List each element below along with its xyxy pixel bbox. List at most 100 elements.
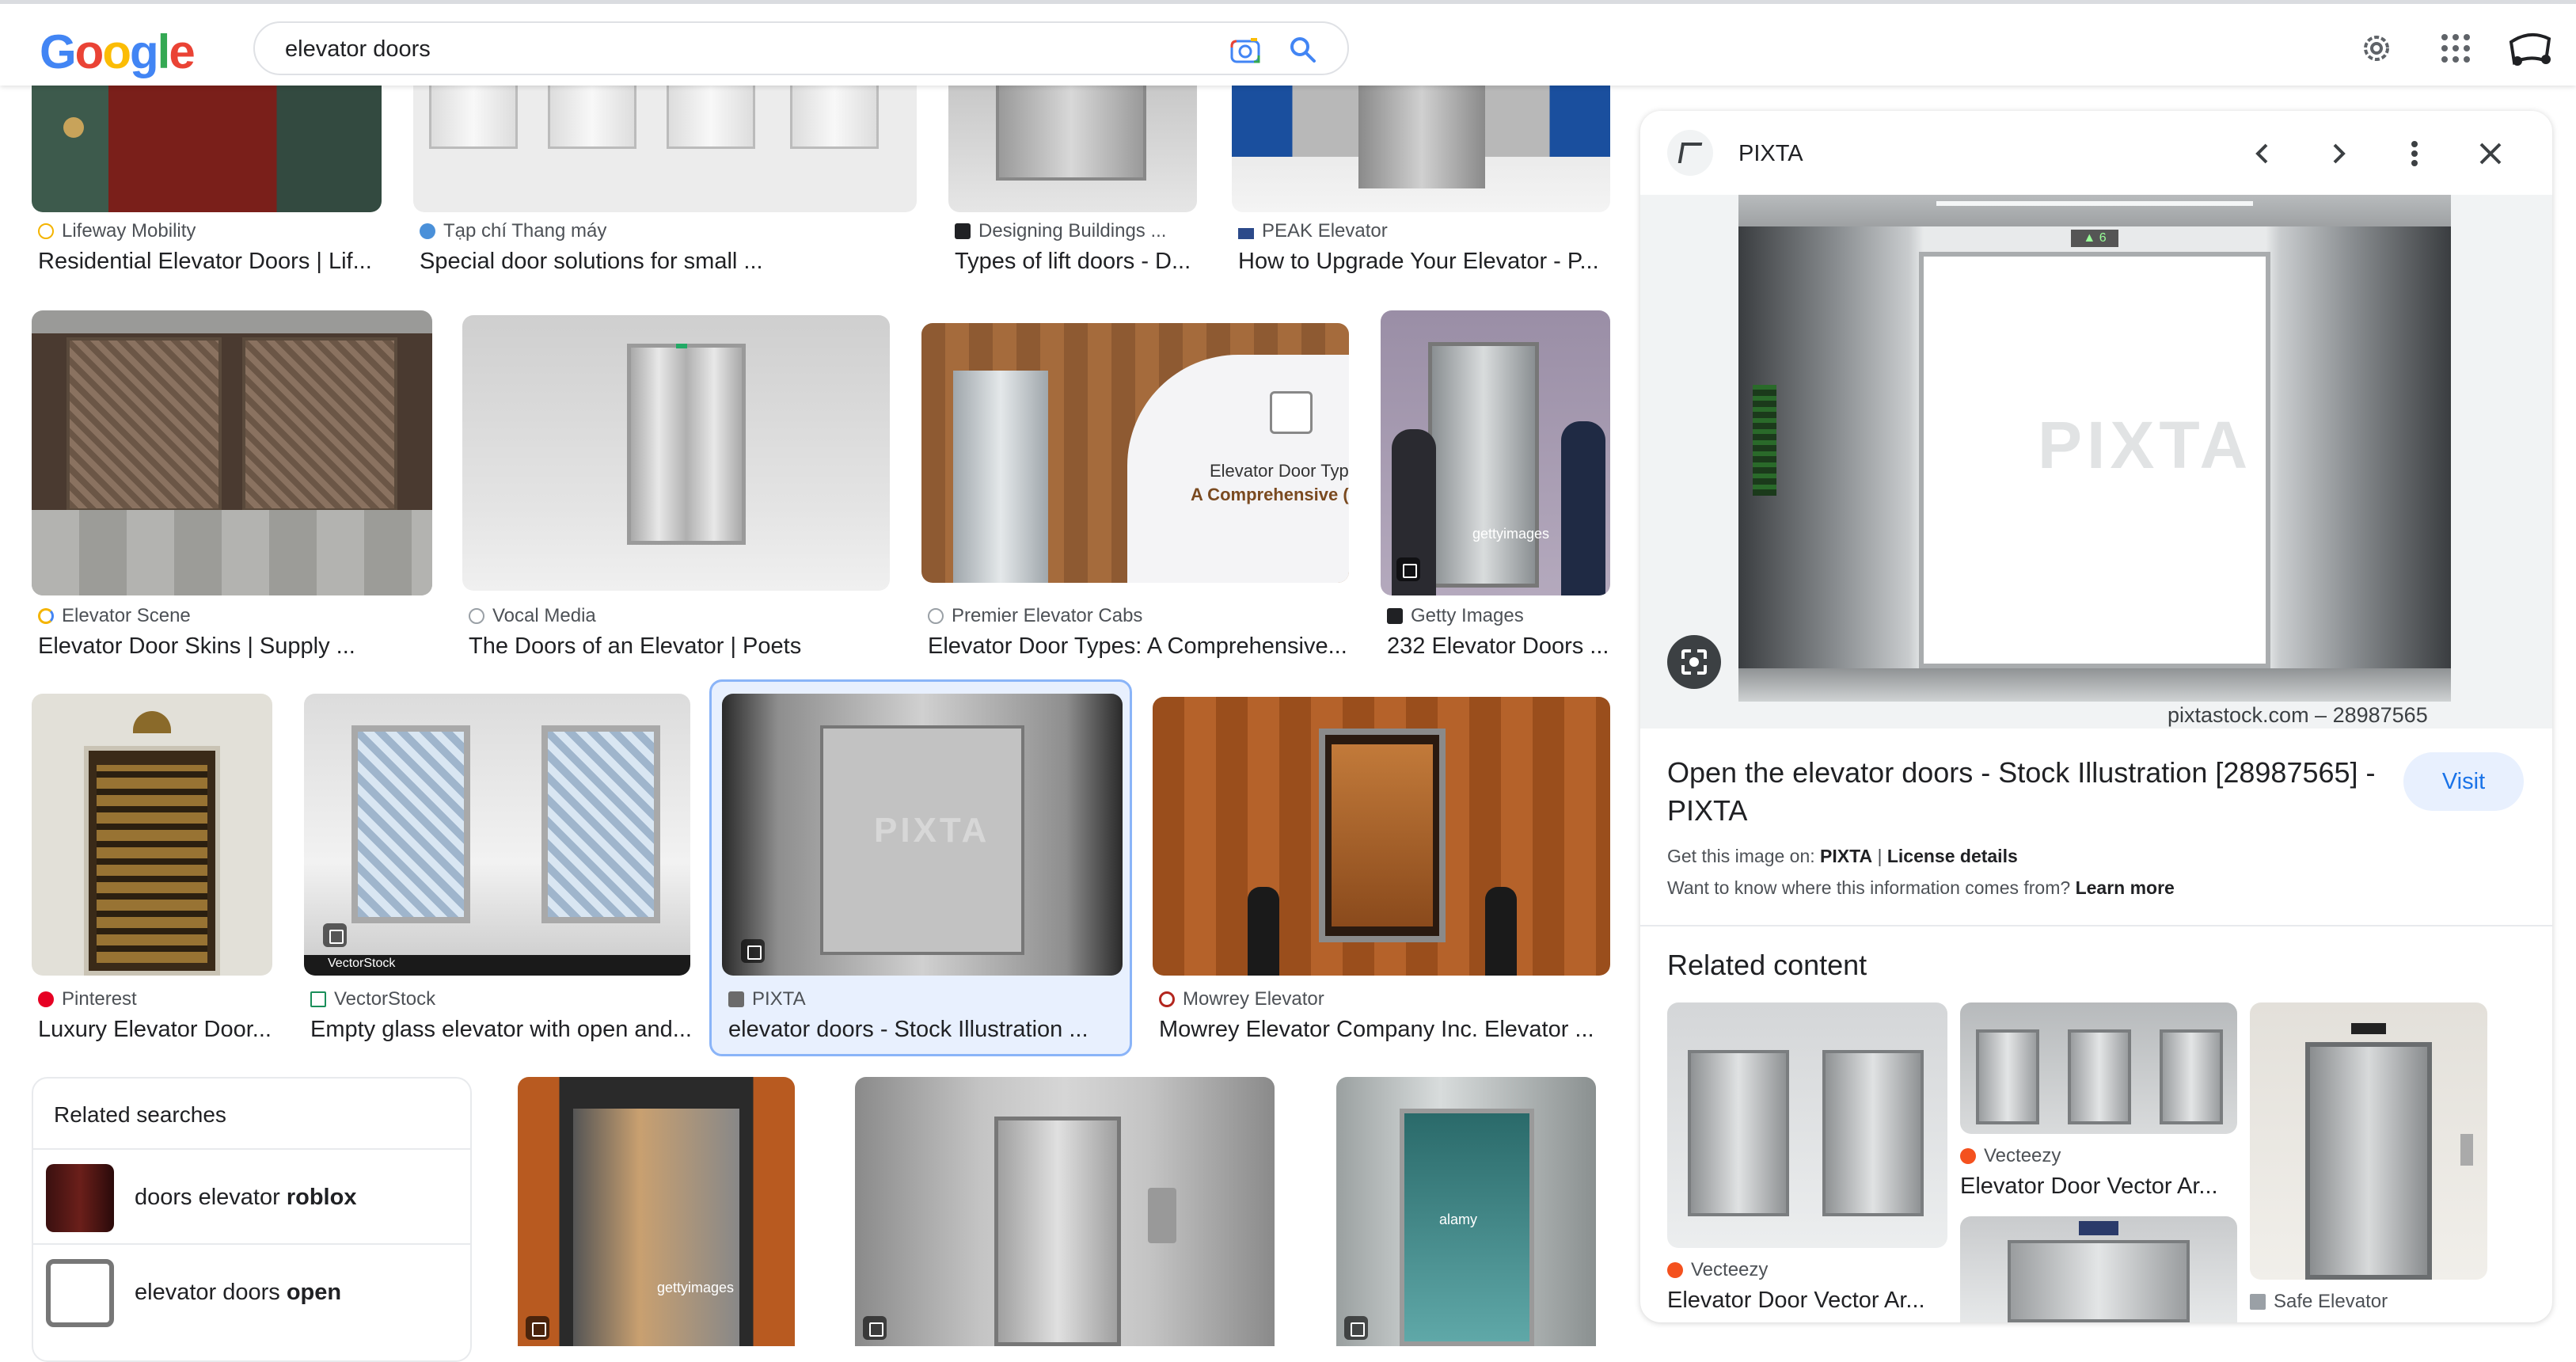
preview-image-area[interactable]: ▲ 6 PIXTA pixtastock.com – 28987565 <box>1640 195 2552 729</box>
result-title[interactable]: How to Upgrade Your Elevator - P... <box>1238 249 1610 275</box>
related-search-item[interactable]: elevator doors open <box>33 1243 470 1338</box>
result-thumbnail[interactable] <box>413 86 917 212</box>
related-search-thumbnail <box>46 1259 114 1327</box>
related-title[interactable]: Elevator Door Vector Ar... <box>1960 1174 2237 1200</box>
image-badge-icon <box>1344 1316 1368 1340</box>
image-result-selected[interactable]: PIXTA PIXTA elevator doors - Stock Illus… <box>722 694 1123 1047</box>
related-content-heading: Related content <box>1667 949 1867 981</box>
result-source: Pinterest <box>38 988 272 1010</box>
result-title[interactable]: Empty glass elevator with open and... <box>310 1017 690 1043</box>
image-result[interactable]: PEAK Elevator How to Upgrade Your Elevat… <box>1232 86 1610 283</box>
search-input[interactable] <box>285 34 1156 64</box>
related-thumbnail[interactable] <box>1667 1002 1947 1248</box>
get-image-line: Get this image on: PIXTA | License detai… <box>1667 846 2018 867</box>
related-search-bold: open <box>286 1280 342 1305</box>
image-result[interactable]: Elevator Scene Elevator Door Skins | Sup… <box>32 310 432 668</box>
image-result[interactable]: Designing Buildings ... Types of lift do… <box>948 86 1197 283</box>
result-title[interactable]: The Doors of an Elevator | Poets <box>469 633 880 660</box>
image-badge-icon <box>741 939 765 963</box>
result-thumbnail[interactable] <box>948 86 1197 212</box>
panel-source-name[interactable]: PIXTA <box>1738 141 1803 167</box>
result-title[interactable]: Residential Elevator Doors | Lif... <box>38 249 378 275</box>
result-title[interactable]: Luxury Elevator Door... <box>38 1017 272 1043</box>
chevron-right-icon[interactable] <box>2321 136 2356 171</box>
image-result[interactable]: Lifeway Mobility Residential Elevator Do… <box>32 86 382 283</box>
image-result[interactable]: Mowrey Elevator Mowrey Elevator Company … <box>1153 697 1610 1047</box>
image-credit: pixtastock.com – 28987565 <box>2168 703 2428 727</box>
result-thumbnail[interactable]: PIXTA <box>722 694 1123 976</box>
thumbnail-watermark: alamy <box>1439 1212 1478 1227</box>
related-search-item[interactable]: doors elevator roblox <box>33 1148 470 1243</box>
result-thumbnail[interactable] <box>1153 697 1610 976</box>
preview-watermark: PIXTA <box>2038 408 2253 482</box>
thumbnail-watermark: VectorStock <box>328 957 396 970</box>
result-thumbnail[interactable]: VectorStock <box>304 694 690 976</box>
result-source: Tạp chí Thang máy <box>420 220 910 242</box>
gear-icon[interactable] <box>2359 31 2394 66</box>
top-bar: Google <box>0 0 2576 86</box>
result-thumbnail[interactable] <box>32 694 272 976</box>
result-thumbnail[interactable] <box>1232 86 1610 212</box>
search-icon[interactable] <box>1287 34 1319 66</box>
related-thumbnail[interactable] <box>1960 1002 2237 1134</box>
result-title[interactable]: 232 Elevator Doors ... <box>1387 633 1609 660</box>
image-result[interactable]: gettyimages Getty Images 232 Elevator Do… <box>1381 310 1610 668</box>
close-icon[interactable] <box>2473 136 2508 171</box>
image-result[interactable]: Elevator Door Typ A Comprehensive ( Prem… <box>921 323 1349 668</box>
get-image-prefix: Get this image on: <box>1667 846 1821 866</box>
result-title[interactable]: elevator doors - Stock Illustration ... <box>728 1017 1121 1043</box>
related-thumbnail[interactable] <box>1960 1216 2237 1322</box>
result-source: Premier Elevator Cabs <box>928 605 1339 627</box>
image-badge-icon <box>526 1316 549 1340</box>
result-title[interactable]: Mowrey Elevator Company Inc. Elevator ..… <box>1159 1017 1610 1043</box>
result-thumbnail[interactable]: gettyimages <box>1381 310 1610 595</box>
learn-more-link[interactable]: Learn more <box>2076 877 2175 898</box>
related-content-item[interactable]: Vecteezy Elevator Door Vector Ar... <box>1960 1002 2237 1322</box>
license-details-link[interactable]: License details <box>1887 846 2018 866</box>
thumbnail-watermark: PIXTA <box>874 811 990 850</box>
result-thumbnail[interactable]: alamy <box>1336 1077 1596 1346</box>
result-title[interactable]: Types of lift doors - D... <box>955 249 1192 275</box>
result-source: Designing Buildings ... <box>955 220 1192 242</box>
related-content-item[interactable]: Safe Elevator <box>2250 1002 2527 1322</box>
result-title[interactable]: Special door solutions for small ... <box>420 249 910 275</box>
image-badge-icon <box>323 923 347 947</box>
google-logo[interactable]: Google <box>40 25 196 79</box>
image-result[interactable]: Pinterest Luxury Elevator Door... <box>32 694 272 1047</box>
chevron-left-icon[interactable] <box>2245 136 2280 171</box>
result-thumbnail[interactable]: gettyimages <box>518 1077 795 1346</box>
image-result[interactable] <box>855 1077 1275 1346</box>
image-result[interactable]: Tạp chí Thang máy Special door solutions… <box>413 86 917 283</box>
google-lens-icon <box>1681 649 1707 675</box>
related-thumbnail[interactable] <box>2250 1002 2487 1280</box>
result-thumbnail[interactable] <box>462 315 890 591</box>
result-title[interactable]: Elevator Door Types: A Comprehensive... <box>928 633 1347 660</box>
get-image-source-link[interactable]: PIXTA <box>1820 846 1872 866</box>
result-thumbnail[interactable] <box>32 86 382 212</box>
related-source: Vecteezy <box>1667 1259 1947 1281</box>
lens-button[interactable] <box>1667 635 1721 689</box>
info-question: Want to know where this information come… <box>1667 877 2076 898</box>
search-box[interactable] <box>253 21 1349 75</box>
result-source: Getty Images <box>1387 605 1609 627</box>
panel-title[interactable]: Open the elevator doors - Stock Illustra… <box>1667 754 2388 830</box>
preview-image[interactable]: ▲ 6 PIXTA <box>1738 195 2451 702</box>
image-result[interactable]: Vocal Media The Doors of an Elevator | P… <box>462 315 890 668</box>
image-result[interactable]: alamy <box>1336 1077 1596 1346</box>
result-title[interactable]: Elevator Door Skins | Supply ... <box>38 633 426 660</box>
image-badge-icon <box>1396 557 1420 581</box>
visit-button[interactable]: Visit <box>2403 752 2524 811</box>
camera-search-icon[interactable] <box>1230 36 1260 63</box>
result-thumbnail[interactable]: Elevator Door Typ A Comprehensive ( <box>921 323 1349 583</box>
result-thumbnail[interactable] <box>32 310 432 595</box>
image-result[interactable]: gettyimages <box>518 1077 795 1346</box>
related-search-text: elevator doors <box>135 1280 287 1305</box>
related-title[interactable]: Elevator Door Vector Ar... <box>1667 1288 1947 1314</box>
related-content-item[interactable]: Vecteezy Elevator Door Vector Ar... <box>1667 1002 1947 1322</box>
result-thumbnail[interactable] <box>855 1077 1275 1346</box>
avatar[interactable] <box>2506 26 2554 70</box>
result-source: PIXTA <box>728 988 1121 1010</box>
image-result[interactable]: VectorStock VectorStock Empty glass elev… <box>304 694 690 1047</box>
apps-grid-icon[interactable] <box>2438 31 2473 66</box>
more-options-icon[interactable] <box>2397 136 2432 171</box>
